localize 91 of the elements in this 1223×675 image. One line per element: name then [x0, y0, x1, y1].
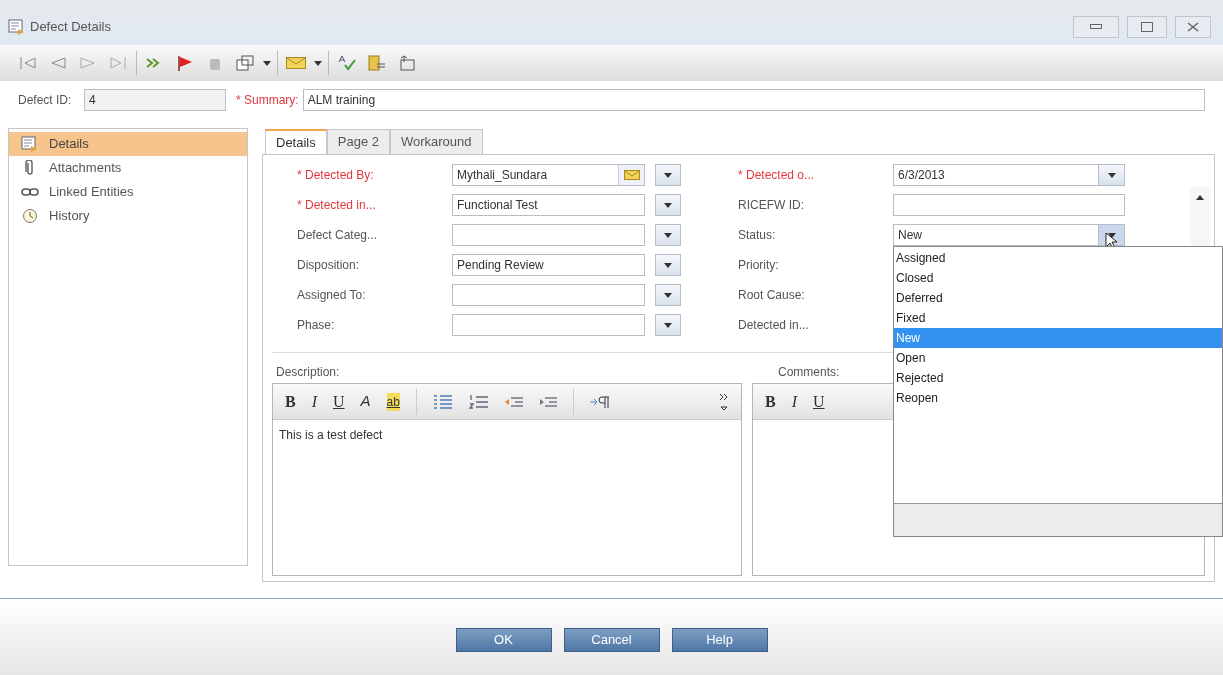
paragraph-direction-icon[interactable]	[589, 395, 610, 408]
caret-icon	[664, 322, 672, 328]
field-label: Detected in...	[738, 317, 810, 334]
dropdown-button[interactable]	[655, 314, 681, 336]
sidebar-item[interactable]: Attachments	[9, 156, 247, 180]
format-button[interactable]: ab	[386, 392, 400, 411]
field-label: Comments:	[778, 364, 840, 381]
format-button[interactable]: B	[285, 389, 296, 414]
dropdown-button[interactable]	[655, 224, 681, 246]
field-label: Description:	[276, 364, 340, 381]
field-label: * Detected in...	[297, 197, 377, 214]
minimize-button[interactable]	[1073, 15, 1119, 38]
tab[interactable]: Page 2	[326, 129, 390, 155]
field-label: Defect ID:	[18, 92, 73, 109]
caret-icon	[1107, 232, 1116, 238]
tab[interactable]: Details	[265, 129, 327, 155]
dropdown-option[interactable]: Fixed	[894, 308, 1222, 328]
dropdown-field[interactable]	[452, 224, 645, 246]
paperclip-icon	[24, 160, 36, 176]
dropdown-option[interactable]: Reopen	[894, 388, 1222, 408]
mail-icon[interactable]	[618, 165, 644, 185]
field-label: * Detected o...	[738, 167, 816, 184]
indent-icon[interactable]	[538, 395, 557, 408]
dialog-button[interactable]: Help	[671, 628, 768, 652]
dropdown-button[interactable]	[655, 194, 681, 216]
sidebar-item[interactable]: Linked Entities	[9, 180, 247, 204]
close-button[interactable]	[1175, 15, 1211, 38]
caret-icon	[263, 60, 271, 66]
dropdown-button[interactable]	[655, 284, 681, 306]
field-label: Disposition:	[297, 257, 361, 274]
caret-icon	[664, 172, 672, 178]
dialog-button[interactable]: Cancel	[563, 628, 660, 652]
field-label: * Summary:	[236, 92, 299, 109]
format-button[interactable]: U	[813, 389, 825, 414]
dropdown-button[interactable]	[655, 254, 681, 276]
dropdown-field[interactable]: Mythali_Sundara	[452, 164, 645, 186]
copy-icon[interactable]	[233, 52, 257, 74]
id-field: 4	[84, 89, 226, 111]
dialog-button[interactable]: OK	[455, 628, 552, 652]
rich-text-editor[interactable]: B I U A ab This is a test defect	[272, 383, 742, 576]
tab[interactable]: Workaround	[389, 129, 483, 155]
form-icon	[8, 18, 26, 35]
format-button[interactable]: B	[765, 389, 776, 414]
format-button[interactable]: I	[791, 389, 797, 414]
dropdown-option[interactable]: Deferred	[894, 288, 1222, 308]
dropdown-button[interactable]	[655, 164, 681, 186]
scroll-up-icon[interactable]	[1196, 195, 1204, 200]
dropdown-field[interactable]	[452, 314, 645, 336]
dropdown-option[interactable]: Rejected	[894, 368, 1222, 388]
clock-icon	[22, 208, 38, 224]
editor-text: This is a test defect	[278, 427, 384, 444]
field-label: * Detected By:	[297, 167, 375, 184]
format-button[interactable]: A	[360, 390, 371, 413]
more-chevron-icon[interactable]	[719, 391, 729, 412]
field-label: Phase:	[297, 317, 336, 334]
input-field[interactable]	[893, 194, 1125, 216]
dropdown-option[interactable]: Assigned	[894, 248, 1222, 268]
numbered-list-icon[interactable]	[468, 394, 489, 409]
caret-icon	[664, 292, 672, 298]
maximize-icon	[1141, 21, 1153, 32]
caret-icon	[1107, 172, 1116, 178]
caret-icon	[664, 262, 672, 268]
dropdown-option[interactable]: Closed	[894, 268, 1222, 288]
field-label: RICEFW ID:	[738, 197, 805, 214]
summary-field[interactable]: ALM training	[302, 89, 1205, 111]
sidebar-item[interactable]: History	[9, 204, 247, 228]
bullet-list-icon[interactable]	[432, 394, 453, 409]
dropdown-field[interactable]: 6/3/2013	[893, 164, 1125, 186]
sidebar-item[interactable]: Details	[9, 132, 247, 156]
close-icon	[1187, 21, 1199, 32]
field-label: Status:	[738, 227, 777, 244]
chain-icon	[21, 187, 39, 197]
maximize-button[interactable]	[1127, 15, 1167, 38]
format-button[interactable]: I	[311, 389, 317, 414]
dropdown-field[interactable]: Pending Review	[452, 254, 645, 276]
outdent-icon[interactable]	[504, 395, 523, 408]
dropdown-field[interactable]: Functional Test	[452, 194, 645, 216]
field-label: Assigned To:	[297, 287, 367, 304]
dropdown-option[interactable]: Open	[894, 348, 1222, 368]
minimize-icon	[1090, 24, 1102, 29]
field-label: Priority:	[738, 257, 780, 274]
field-label: Defect Categ...	[297, 227, 379, 244]
caret-icon	[314, 60, 322, 66]
form-icon	[21, 136, 39, 152]
format-button[interactable]: U	[333, 389, 345, 414]
window-title: Defect Details	[30, 17, 111, 36]
dropdown-field[interactable]	[452, 284, 645, 306]
field-label: Root Cause:	[738, 287, 806, 304]
caret-icon	[664, 232, 672, 238]
caret-icon	[664, 202, 672, 208]
dropdown-field[interactable]: New	[893, 224, 1125, 246]
